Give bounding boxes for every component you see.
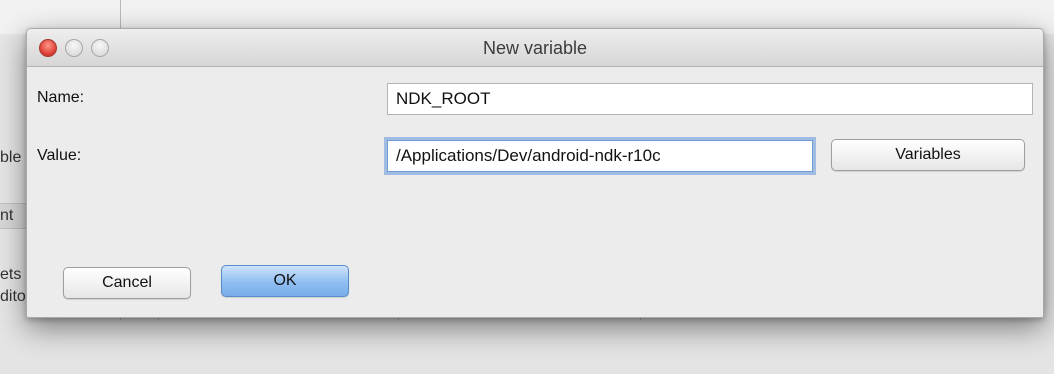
background-text-fragment: ets [0,266,22,283]
background-text-fragment: ble [0,149,22,166]
background-text-fragment: dito [0,288,26,305]
dialog-titlebar[interactable]: New variable [27,29,1043,67]
name-label: Name: [37,89,85,106]
variables-button[interactable]: Variables [831,139,1025,171]
new-variable-dialog: New variable Name: NDK_ROOT Value: /Appl… [26,28,1044,318]
ok-button[interactable]: OK [221,265,349,297]
background-text-fragment: nt [0,207,14,224]
value-field[interactable]: /Applications/Dev/android-ndk-r10c [387,140,813,172]
background-table-area [0,320,1054,374]
cancel-button[interactable]: Cancel [63,267,191,299]
name-field[interactable]: NDK_ROOT [387,83,1033,115]
value-label: Value: [37,147,82,164]
dialog-title: New variable [482,38,588,58]
